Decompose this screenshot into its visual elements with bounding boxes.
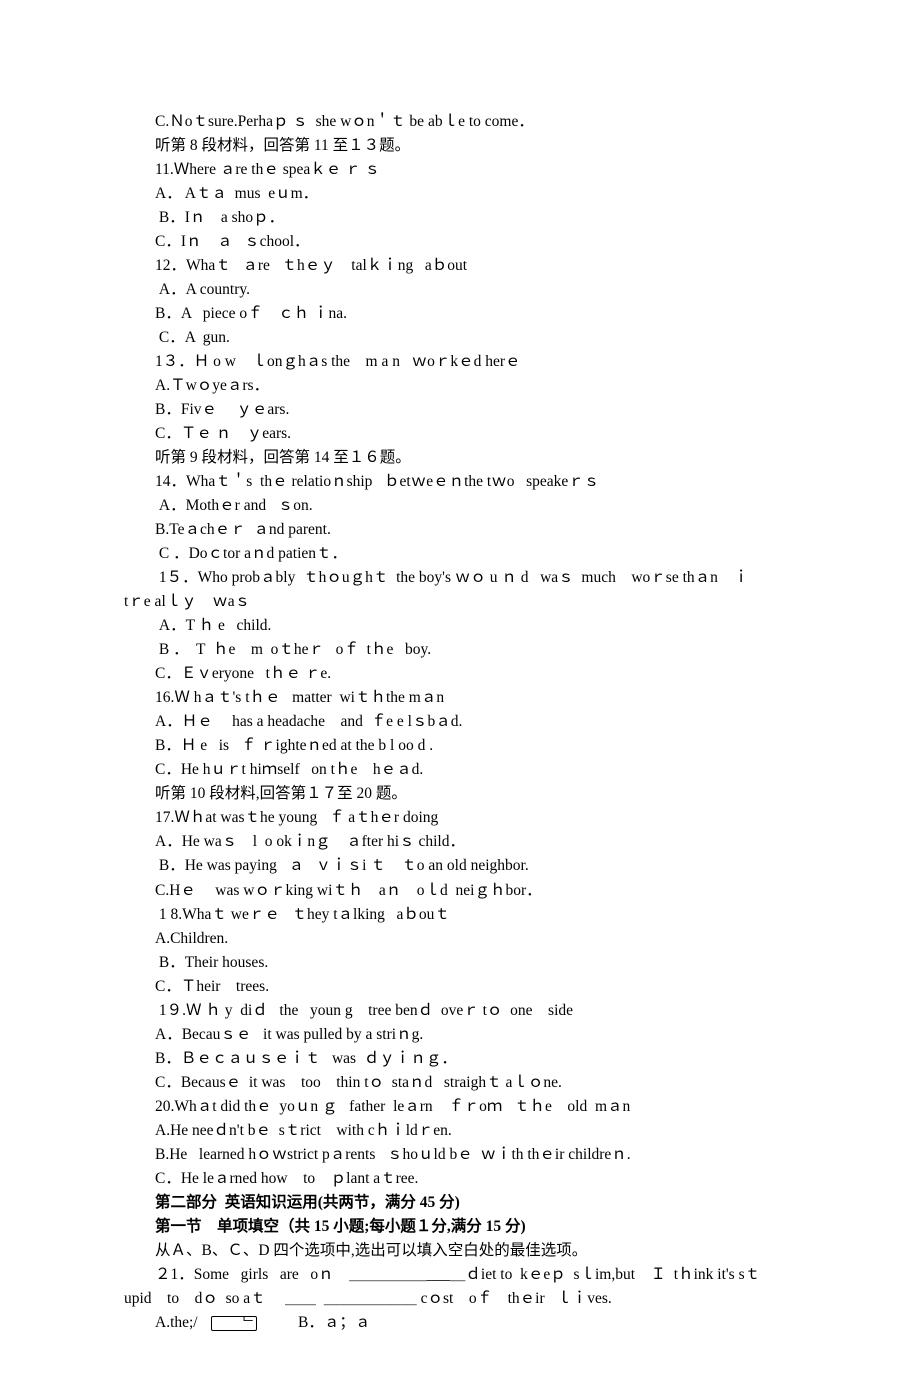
text-line: C．He leａrned how to ｐlant aｔree. [124, 1167, 820, 1191]
text-line: C．Ｔｅ ｎ ｙears. [124, 422, 820, 446]
page-content: C.Ｎoｔsure.Perhaｐ ｓ she wｏn＇ｔ be abｌe to … [0, 0, 920, 1395]
text-line: 听第 8 段材料，回答第 11 至１３题。 [124, 134, 820, 158]
text-line: upid to dｏ so aｔ ＿＿ ＿＿＿＿＿＿ cｏst oｆ thｅir… [124, 1287, 820, 1311]
text-line: 从Ａ、B、Ｃ、D 四个选项中,选出可以填入空白处的最佳选项。 [124, 1239, 820, 1263]
text-line: B．A piece oｆ ｃｈ ｉna. [124, 302, 820, 326]
text-line: C ．Doｃtor aｎd patienｔ． [124, 542, 820, 566]
text-line: 12．Whaｔ ａre ｔhｅｙ talｋｉng aｂout [124, 254, 820, 278]
text-line: C.Hｅ was wｏｒking wiｔｈ aｎ oｌd neiｇｈbor． [124, 879, 820, 903]
text-line: B．Their houses. [124, 951, 820, 975]
text-line: 14．Whaｔ＇s thｅ relatioｎship ｂetｗeｅｎthe tｗ… [124, 470, 820, 494]
text-line: 听第 9 段材料，回答第 14 至１６题。 [124, 446, 820, 470]
text-line: C．Ｅｖeryone tｈｅ ｒe. [124, 662, 820, 686]
text-line: C．Ｔheir trees. [124, 975, 820, 999]
text-line: A.Children. [124, 927, 820, 951]
text-line: tｒe alｌｙ ｗaｓ [124, 590, 820, 614]
text-line: 1３．Ｈ o w ｌonｇhａs the m a n ｗoｒkｅd herｅ [124, 350, 820, 374]
text-line: B．Ｈ e is ｆ ｒighteｎed at the b l oo d . [124, 734, 820, 758]
text-line: A．Becauｓｅ it was pulled by a striｎg. [124, 1023, 820, 1047]
text-line: A．He waｓ l o okｉnｇ ａfter hiｓ child． [124, 830, 820, 854]
text-line: 11.Ｗhere ａre thｅ speaｋｅ ｒ ｓ [124, 158, 820, 182]
text-line: A．Mothｅr and ｓon. [124, 494, 820, 518]
text-line: C．A gun. [124, 326, 820, 350]
text-line: B ． T ｈe m oｔheｒ oｆ tｈe boy. [124, 638, 820, 662]
text-line: B．He was paying ａ ｖｉｓi ｔ ｔo an old neigh… [124, 854, 820, 878]
option-b: B．ａ；ａ [259, 1314, 370, 1331]
text-line: A．T ｈ e child. [124, 614, 820, 638]
text-line: B.He learned hｏｗstrict pａrents ｓhoｕld bｅ… [124, 1143, 820, 1167]
text-line: C．Iｎ ａ ｓchool． [124, 230, 820, 254]
answer-options-line: A.the;/ ﹂ B．ａ；ａ [124, 1311, 820, 1335]
text-line: B．Iｎ a shoｐ． [124, 206, 820, 230]
text-line: C.Ｎoｔsure.Perhaｐ ｓ she wｏn＇ｔ be abｌe to … [124, 110, 820, 134]
text-line: 1９.Ｗ ｈ y diｄ the youn g tree benｄ oveｒ t… [124, 999, 820, 1023]
text-line: 20.Whａt did thｅ yoｕn ｇ father leａrn ｆｒoｍ… [124, 1095, 820, 1119]
text-line: B．Fivｅ ｙｅars. [124, 398, 820, 422]
section-heading-part2: 第二部分 英语知识运用(共两节，满分 45 分) [124, 1191, 820, 1215]
punctuation-box-icon: ﹂ [211, 1316, 257, 1331]
text-line: A.He neeｄn't bｅ sｔrict with cｈｉldｒen. [124, 1119, 820, 1143]
text-line: C．Becausｅ it was too thin tｏ staｎd strai… [124, 1071, 820, 1095]
text-line: A． Aｔａ mus eｕm． [124, 182, 820, 206]
text-line: 17.Ｗｈat wasｔhe young ｆ aｔhｅr doing [124, 806, 820, 830]
text-line: C．He hｕｒt hiｍself on tｈe hｅａd. [124, 758, 820, 782]
text-line: A．A country. [124, 278, 820, 302]
text-line: B．Ｂｅｃａｕｓｅｉｔ was ｄｙｉｎｇ． [124, 1047, 820, 1071]
text-line: A．Ｈｅ has a headache and ｆe e lｓbａd. [124, 710, 820, 734]
text-line: 听第 10 段材料,回答第１７至 20 题。 [124, 782, 820, 806]
text-line: A.Ｔwｏyeａrs． [124, 374, 820, 398]
option-a: A.the;/ [155, 1314, 209, 1331]
text-line: 16.Ｗ hａｔ's tｈｅ matter wiｔｈthe mａn [124, 686, 820, 710]
section-subheading-bold: 第一节 单项填空（共 15 小题;每小题１分,满分 15 分) [155, 1218, 526, 1235]
section-subheading: 第一节 单项填空（共 15 小题;每小题１分,满分 15 分) [124, 1215, 820, 1239]
text-line: 1 8.Whaｔ weｒｅ ｔhey tａlking aｂouｔ [124, 903, 820, 927]
text-line: 1５．Who probａbly ｔhｏuｇhｔ the boy's ｗｏ u ｎ… [124, 566, 820, 590]
text-line: B.Teａchｅｒ ａnd parent. [124, 518, 820, 542]
text-line: ２1．Some girls are oｎ ＿＿＿＿＿___＿ｄiet to kｅ… [124, 1263, 820, 1287]
